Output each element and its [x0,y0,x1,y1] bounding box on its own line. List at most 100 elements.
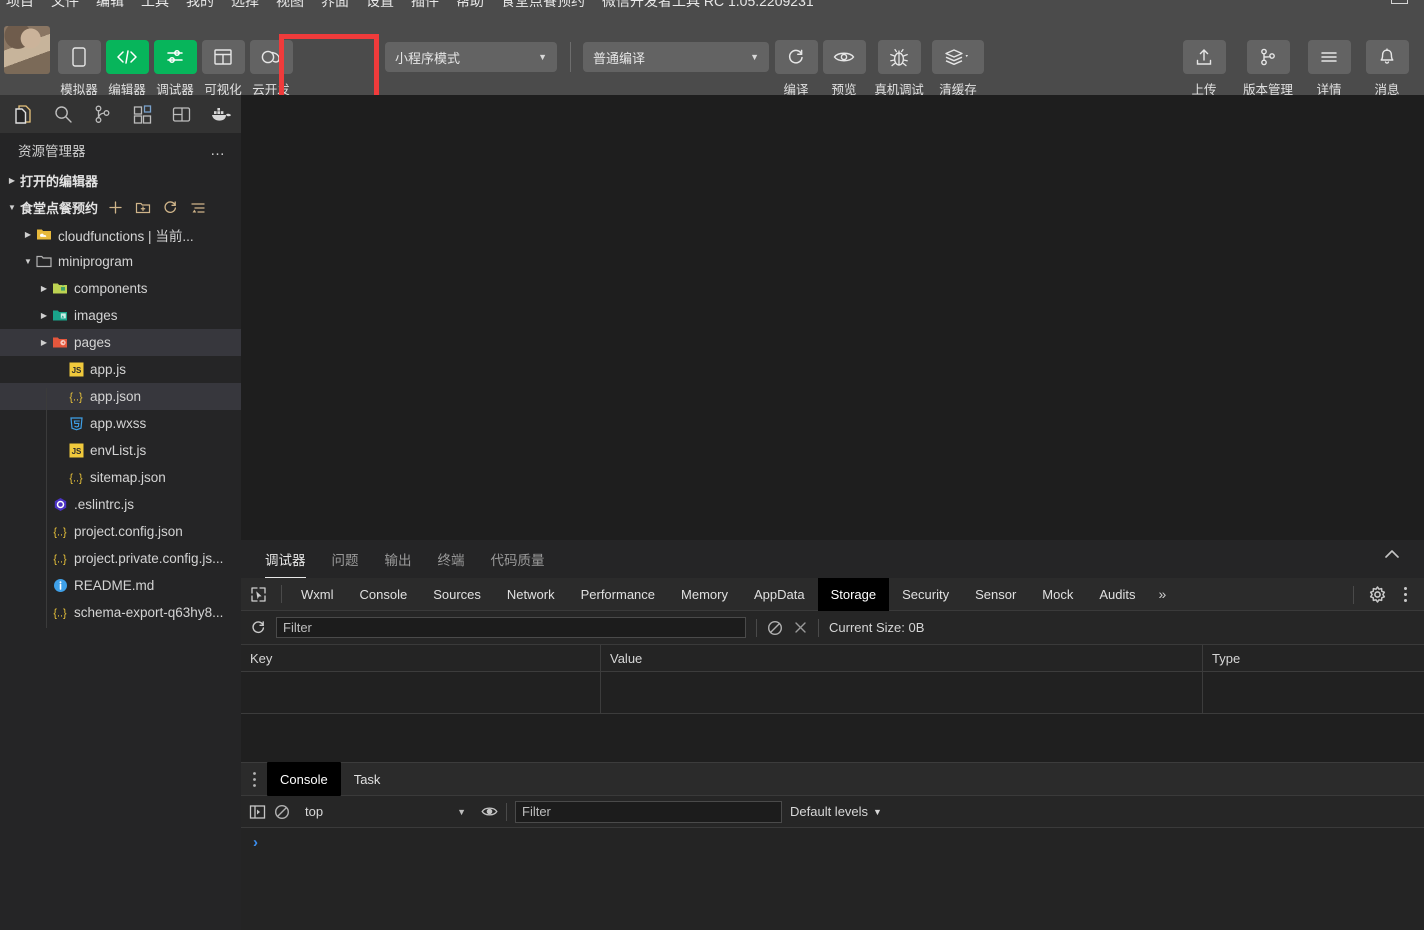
tree-item-readme.md[interactable]: README.md [0,572,241,599]
menu-item-0[interactable]: 项目 [6,0,34,11]
console-output[interactable]: › [241,828,1424,930]
tree-item-label: app.json [90,389,142,404]
menu-item-4[interactable]: 我的 [186,0,214,11]
panel-tab-output[interactable]: 输出 [385,540,412,578]
column-header-value[interactable]: Value [601,645,1203,671]
console-context-select[interactable]: top ▼ [298,801,473,823]
tree-item-app.wxss[interactable]: app.wxss [0,410,241,437]
devtools-tab-console[interactable]: Console [347,578,421,611]
gear-icon[interactable] [1364,586,1390,603]
tree-item-cloudfunctions-...[interactable]: ▶ cloudfunctions | 当前... [0,221,241,248]
menu-item-3[interactable]: 工具 [141,0,169,11]
toolbar-button-editor[interactable]: 编辑器 [103,40,151,98]
menu-item-5[interactable]: 选择 [231,0,259,11]
explorer-more-icon[interactable]: … [210,142,227,159]
refresh-icon[interactable] [163,200,178,215]
menu-item-6[interactable]: 视图 [276,0,304,11]
panel-tab-debugger[interactable]: 调试器 [265,540,306,578]
explorer-icon[interactable] [4,96,44,132]
column-header-key[interactable]: Key [241,645,601,671]
tree-item-components[interactable]: ▶ components [0,275,241,302]
devtools-tab-mock[interactable]: Mock [1029,578,1086,611]
console-filter-input[interactable]: Filter [515,800,782,823]
window-restore-button[interactable] [1391,0,1408,4]
tree-item-envlist.js[interactable]: JS envList.js [0,437,241,464]
vertical-dots-icon[interactable] [241,771,267,788]
devtools-tab-performance[interactable]: Performance [568,578,668,611]
svg-text:{..}: {..} [53,527,67,539]
devtools-tab-sensor[interactable]: Sensor [962,578,1029,611]
vertical-dots-icon[interactable] [1394,586,1416,603]
chevron-down-icon: ▼ [8,203,16,212]
titlebar-project-name: 食堂点餐预约 [501,0,585,9]
devtools-tab-sources[interactable]: Sources [420,578,494,611]
compile-select[interactable]: 普通编译 ▼ [583,42,769,72]
drawer-tab-console[interactable]: Console [267,762,341,796]
menu-item-8[interactable]: 设置 [366,0,394,11]
devtools-overflow-button[interactable]: » [1148,578,1176,611]
toolbar-button-version[interactable]: 版本管理 [1236,40,1300,98]
devtools-tab-memory[interactable]: Memory [668,578,741,611]
menu-item-10[interactable]: 帮助 [456,0,484,11]
devtools-tab-security[interactable]: Security [889,578,962,611]
live-expression-icon[interactable] [481,804,498,819]
toolbar-button-messages[interactable]: 消息 [1358,40,1416,98]
tree-item-.eslintrc.js[interactable]: .eslintrc.js [0,491,241,518]
console-levels-select[interactable]: Default levels ▼ [790,804,882,819]
column-header-type[interactable]: Type [1203,645,1424,671]
toolbar-button-upload[interactable]: 上传 [1172,40,1236,98]
open-editors-section[interactable]: ▶ 打开的编辑器 [0,167,241,194]
no-entry-icon[interactable] [274,804,290,820]
tree-item-pages[interactable]: ▶ pages [0,329,241,356]
devtools-tab-network[interactable]: Network [494,578,568,611]
close-icon[interactable] [793,620,808,635]
devtools-tab-appdata[interactable]: AppData [741,578,818,611]
tree-item-miniprogram[interactable]: ▼ miniprogram [0,248,241,275]
panel-tab-code-quality[interactable]: 代码质量 [491,540,545,578]
panel-toggle-icon[interactable] [249,804,266,820]
menu-item-2[interactable]: 编辑 [96,0,124,11]
json-icon: {..} [52,551,68,567]
tree-item-project.config.json[interactable]: {..} project.config.json [0,518,241,545]
source-control-icon[interactable] [83,96,123,132]
toolbar-button-visualizer[interactable]: 可视化 [199,40,247,98]
devtools-tab-audits[interactable]: Audits [1086,578,1148,611]
no-entry-icon[interactable] [767,620,783,636]
tree-item-images[interactable]: ▶ images [0,302,241,329]
search-icon[interactable] [44,96,84,132]
chevron-up-icon[interactable] [1384,549,1400,559]
devtools-tab-storage[interactable]: Storage [817,577,890,611]
panel-tab-terminal[interactable]: 终端 [438,540,465,578]
new-folder-icon[interactable] [135,200,151,215]
toolbar-button-remote-debug[interactable]: 真机调试 [868,40,930,98]
extensions-icon[interactable] [123,96,163,132]
menu-item-9[interactable]: 插件 [411,0,439,11]
toolbar-button-simulator[interactable]: 模拟器 [55,40,103,98]
tree-item-app.json[interactable]: {..} app.json [0,383,241,410]
panel-tab-problems[interactable]: 问题 [332,540,359,578]
toolbar-button-details[interactable]: 详情 [1300,40,1358,98]
tree-item-app.js[interactable]: JS app.js [0,356,241,383]
tree-item-sitemap.json[interactable]: {..} sitemap.json [0,464,241,491]
mode-select[interactable]: 小程序模式 ▼ [385,42,557,72]
toolbar-button-compile[interactable]: 编译 [772,40,820,98]
tree-item-schema-export-q63hy8...[interactable]: {..} schema-export-q63hy8... [0,599,241,626]
toolbar-button-preview[interactable]: 预览 [820,40,868,98]
menu-item-7[interactable]: 界面 [321,0,349,11]
inspect-cursor-icon[interactable] [241,586,275,603]
menu-item-1[interactable]: 文件 [51,0,79,11]
avatar[interactable] [4,26,50,74]
docker-icon[interactable] [202,96,242,132]
tree-item-project.private.config.js...[interactable]: {..} project.private.config.js... [0,545,241,572]
toolbar-button-clear-cache[interactable]: 清缓存 [930,40,986,98]
new-file-icon[interactable] [108,200,123,215]
refresh-icon[interactable] [251,620,266,635]
toolbar-button-debugger[interactable]: 调试器 [151,40,199,98]
collapse-all-icon[interactable] [190,201,206,215]
devtools-tab-wxml[interactable]: Wxml [288,578,347,611]
storage-filter-input[interactable]: Filter [276,617,746,638]
project-root-row[interactable]: ▼ 食堂点餐预约 [0,194,241,221]
drawer-tab-task[interactable]: Task [341,767,394,791]
toolbar-button-cloud[interactable]: 云开发 [247,40,295,98]
editor-layout-icon[interactable] [162,96,202,132]
